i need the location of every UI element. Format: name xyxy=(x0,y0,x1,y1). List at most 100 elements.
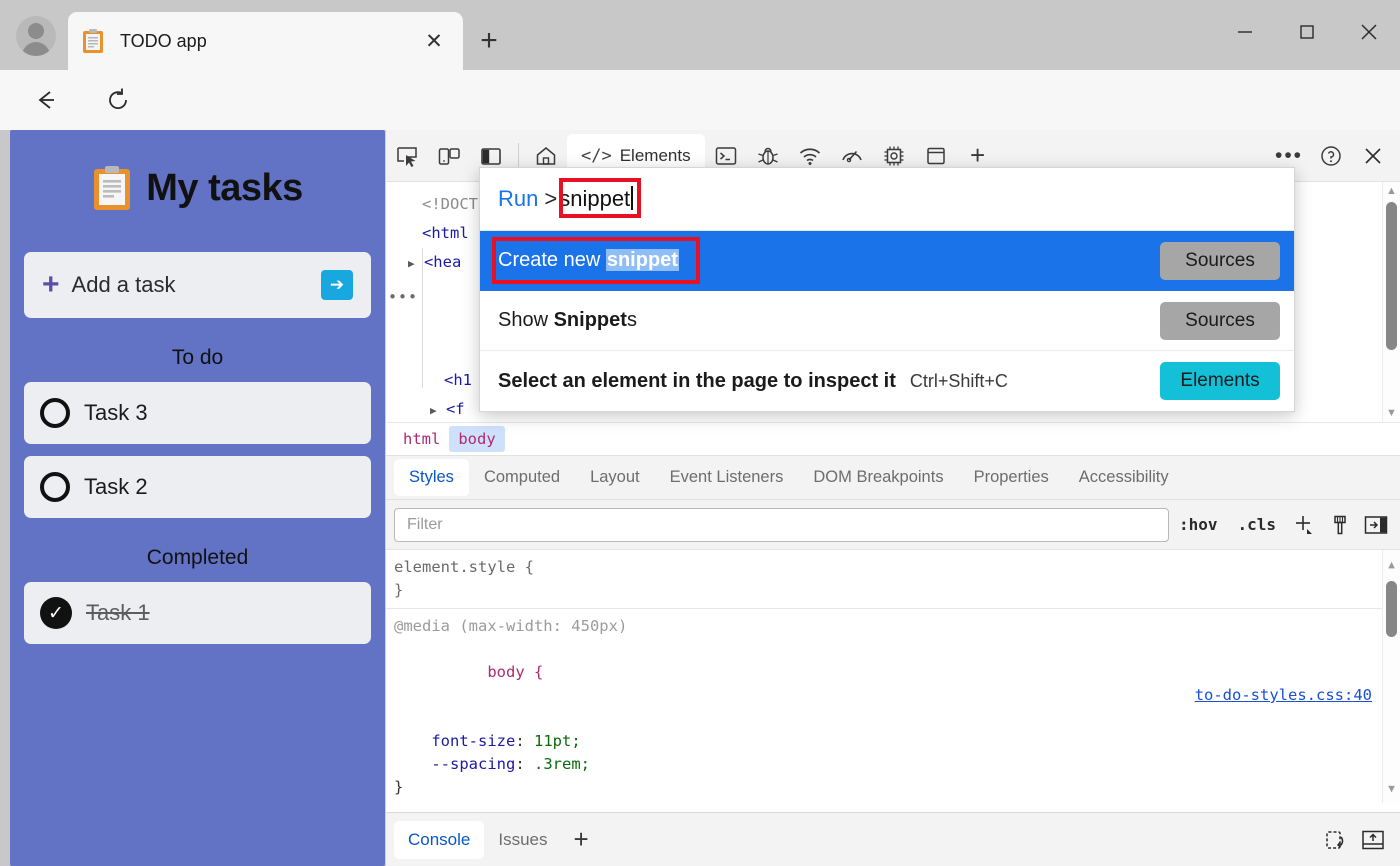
styles-content[interactable]: element.style { } @media (max-width: 450… xyxy=(386,550,1400,803)
add-task-row[interactable]: + Add a task ➔ xyxy=(24,252,371,318)
task-checkbox-checked[interactable]: ✓ xyxy=(40,597,72,629)
css-property[interactable]: --spacing xyxy=(431,755,515,773)
styles-filter-row: Filter :hov .cls xyxy=(386,500,1400,550)
css-selector[interactable]: element.style { xyxy=(386,556,1400,579)
browser-window: TODO app ✕ + xyxy=(0,0,1400,866)
palette-item-label: Select an element in the page to inspect… xyxy=(498,370,896,393)
label-match: Snippet xyxy=(554,309,627,331)
task-checkbox[interactable] xyxy=(40,398,70,428)
css-selector[interactable]: body { xyxy=(487,663,543,681)
dom-more-icon[interactable]: ••• xyxy=(388,283,418,312)
add-task-input[interactable]: Add a task xyxy=(72,272,321,298)
list-item[interactable]: Task 3 xyxy=(24,382,371,444)
label-suffix: s xyxy=(627,309,637,331)
breadcrumb[interactable]: html body xyxy=(386,422,1400,456)
css-rule-element-style[interactable]: element.style { } xyxy=(386,550,1400,609)
inspect-element-icon[interactable] xyxy=(386,136,428,176)
todo-app-page: My tasks + Add a task ➔ To do Task 3 Tas… xyxy=(10,130,385,866)
palette-item-label: Create new snippet xyxy=(498,249,679,272)
palette-item-badge: Sources xyxy=(1160,242,1280,280)
help-icon[interactable] xyxy=(1310,136,1352,176)
devtools-drawer: Console Issues + xyxy=(386,812,1400,866)
cls-button[interactable]: .cls xyxy=(1227,515,1286,534)
label-match: Select an element in the page to inspect… xyxy=(498,370,896,392)
element-classes-icon[interactable] xyxy=(1322,508,1358,542)
breadcrumb-item-body[interactable]: body xyxy=(449,426,504,452)
minimize-icon[interactable] xyxy=(1214,0,1276,64)
tab-title: TODO app xyxy=(120,31,419,52)
new-tab-button[interactable]: + xyxy=(470,22,508,60)
palette-mode-label: Run xyxy=(498,186,538,212)
css-source-link[interactable]: to-do-styles.css:40 xyxy=(1195,684,1372,707)
styles-scrollbar[interactable]: ▲ ▼ xyxy=(1382,550,1400,803)
devtools-customize-icon[interactable] xyxy=(1319,823,1355,857)
device-emulation-icon[interactable] xyxy=(428,136,470,176)
palette-item-badge: Sources xyxy=(1160,302,1280,340)
drawer-tab-issues[interactable]: Issues xyxy=(484,821,561,859)
profile-button[interactable] xyxy=(8,8,64,64)
drawer-add-tab-button[interactable]: + xyxy=(562,824,601,855)
page-title: My tasks xyxy=(146,167,303,210)
close-tab-icon[interactable]: ✕ xyxy=(419,26,449,56)
scroll-down-icon[interactable]: ▼ xyxy=(1386,404,1397,422)
drawer-tab-console[interactable]: Console xyxy=(394,821,484,859)
close-devtools-icon[interactable] xyxy=(1352,136,1394,176)
task-label: Task 3 xyxy=(84,400,148,426)
filter-input[interactable]: Filter xyxy=(394,508,1169,542)
tab-computed[interactable]: Computed xyxy=(469,459,575,496)
label-prefix: Create new xyxy=(498,249,606,271)
css-value[interactable]: 11pt; xyxy=(534,732,581,750)
reload-button[interactable] xyxy=(100,82,136,118)
scroll-up-icon[interactable]: ▲ xyxy=(1386,182,1397,200)
task-label: Task 2 xyxy=(84,474,148,500)
command-palette-input[interactable]: snippet xyxy=(559,186,633,212)
browser-tab[interactable]: TODO app ✕ xyxy=(68,12,463,70)
command-palette-input-row[interactable]: Run > snippet xyxy=(480,168,1294,230)
tab-properties[interactable]: Properties xyxy=(959,459,1064,496)
tab-label: Elements xyxy=(620,146,691,166)
clipboard-icon xyxy=(92,164,132,212)
tab-layout[interactable]: Layout xyxy=(575,459,655,496)
list-item[interactable]: Task 2 xyxy=(24,456,371,518)
tab-styles[interactable]: Styles xyxy=(394,459,469,496)
toggle-computed-sidebar-icon[interactable] xyxy=(1358,508,1394,542)
palette-item-create-new-snippet[interactable]: Create new snippet Sources xyxy=(480,231,1294,291)
list-item[interactable]: ✓ Task 1 xyxy=(24,582,371,644)
palette-item-show-snippets[interactable]: Show Snippets Sources xyxy=(480,291,1294,351)
dom-scrollbar[interactable]: ▲ ▼ xyxy=(1382,182,1400,422)
back-button[interactable] xyxy=(28,82,64,118)
breadcrumb-item-html[interactable]: html xyxy=(394,426,449,452)
label-match: snippet xyxy=(606,249,679,271)
css-selector-row[interactable]: body { to-do-styles.css:40 xyxy=(386,638,1400,730)
css-value[interactable]: .3rem; xyxy=(534,755,590,773)
css-declaration[interactable]: --spacing: .3rem; xyxy=(386,753,1400,776)
app-header: My tasks xyxy=(10,164,385,212)
tab-dom-breakpoints[interactable]: DOM Breakpoints xyxy=(798,459,958,496)
hov-button[interactable]: :hov xyxy=(1169,515,1228,534)
submit-task-button[interactable]: ➔ xyxy=(321,270,353,300)
palette-item-select-element[interactable]: Select an element in the page to inspect… xyxy=(480,351,1294,411)
command-palette-results[interactable]: Create new snippet Sources Show Snippets… xyxy=(480,230,1294,411)
maximize-icon[interactable] xyxy=(1276,0,1338,64)
palette-chevron-icon: > xyxy=(544,186,557,212)
css-property[interactable]: font-size xyxy=(431,732,515,750)
tab-accessibility[interactable]: Accessibility xyxy=(1064,459,1184,496)
text-caret xyxy=(631,186,633,210)
restore-drawer-icon[interactable] xyxy=(1355,823,1391,857)
add-style-rule-icon[interactable] xyxy=(1286,508,1322,542)
css-rule-media-body[interactable]: @media (max-width: 450px) body { to-do-s… xyxy=(386,609,1400,803)
css-close-brace: } xyxy=(386,776,1400,799)
css-declaration[interactable]: font-size: 11pt; xyxy=(386,730,1400,753)
scroll-thumb[interactable] xyxy=(1386,581,1397,637)
browser-titlebar: TODO app ✕ + xyxy=(0,0,1400,70)
scroll-down-icon[interactable]: ▼ xyxy=(1388,774,1395,803)
scroll-up-icon[interactable]: ▲ xyxy=(1388,550,1395,579)
tab-event-listeners[interactable]: Event Listeners xyxy=(655,459,799,496)
command-palette[interactable]: Run > snippet Create new snippet Sources… xyxy=(479,167,1295,412)
close-window-icon[interactable] xyxy=(1338,0,1400,64)
styles-tabbar[interactable]: Styles Computed Layout Event Listeners D… xyxy=(386,456,1400,500)
window-controls xyxy=(1214,0,1400,64)
browser-toolbar: https://microsoftedge.github.io/Demos/de… xyxy=(0,70,1400,130)
scroll-thumb[interactable] xyxy=(1386,202,1397,350)
task-checkbox[interactable] xyxy=(40,472,70,502)
